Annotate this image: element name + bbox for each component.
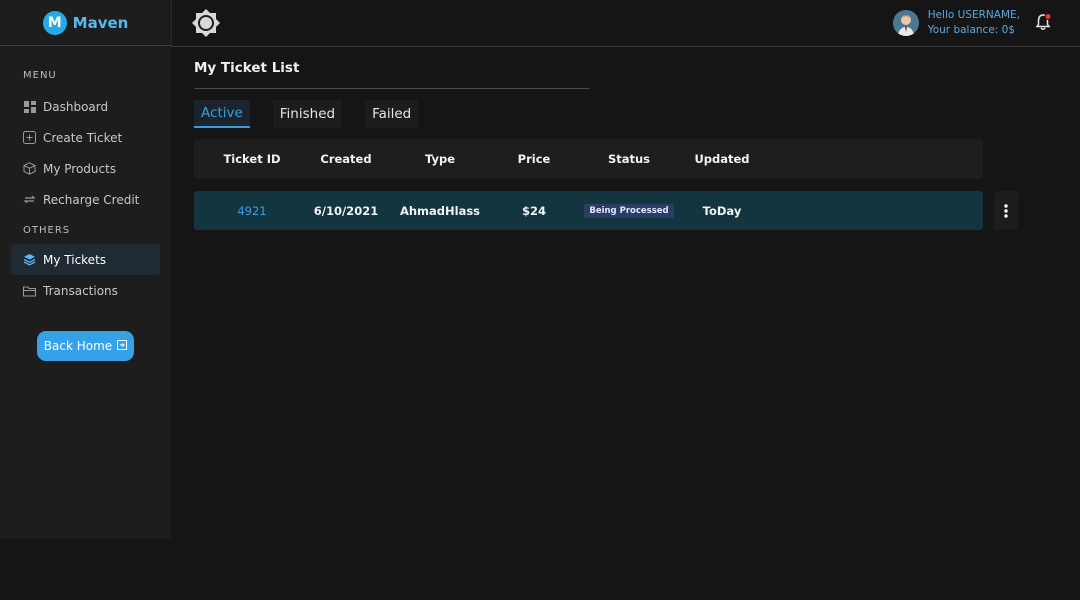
user-block[interactable]: Hello USERNAME, Your balance: 0$: [892, 8, 1020, 38]
cell-status: Being Processed: [584, 191, 674, 230]
sidebar-item-dashboard[interactable]: Dashboard: [0, 91, 171, 122]
back-home-button[interactable]: Back Home: [37, 331, 134, 361]
table-header: Ticket ID Created Type Price Status Upda…: [194, 139, 983, 179]
others-section-label: OTHERS: [23, 225, 71, 236]
sidebar-item-transactions[interactable]: Transactions: [0, 275, 171, 306]
repeat-icon: [23, 193, 36, 206]
sidebar-item-label: Transactions: [43, 283, 118, 298]
notification-bell-icon[interactable]: [1034, 13, 1052, 31]
cell-price: $24: [521, 203, 546, 218]
dashboard-icon: [23, 100, 36, 113]
tab-finished[interactable]: Finished: [272, 100, 343, 128]
cell-updated: ToDay: [702, 203, 742, 218]
brand[interactable]: M Maven: [0, 0, 171, 46]
theme-toggle-sun-icon[interactable]: [191, 8, 221, 38]
column-header-updated[interactable]: Updated: [682, 139, 762, 179]
cell-type: AhmadHlass: [399, 203, 481, 218]
column-header-price[interactable]: Price: [494, 139, 574, 179]
column-header-created[interactable]: Created: [306, 139, 386, 179]
greeting-text: Hello USERNAME,: [927, 9, 1020, 21]
sidebar-item-label: Create Ticket: [43, 130, 123, 145]
sidebar-item-label: My Products: [43, 161, 117, 176]
box-icon: [23, 162, 36, 175]
app-root: M Maven MENU Dashboard Create Ticket My …: [0, 0, 1080, 600]
cell-ticket-id: 4921: [212, 191, 292, 230]
top-bar: Hello USERNAME, Your balance: 0$: [171, 0, 1080, 47]
exit-icon: [117, 339, 128, 353]
back-home-label: Back Home: [43, 339, 113, 353]
status-badge: Being Processed: [584, 203, 674, 218]
sidebar-item-label: Dashboard: [43, 99, 109, 114]
brand-name: Maven: [72, 13, 129, 32]
sidebar-item-label: My Tickets: [43, 252, 107, 267]
page-title: My Ticket List: [194, 60, 300, 76]
sidebar-item-recharge-credit[interactable]: Recharge Credit: [0, 184, 171, 215]
column-header-status[interactable]: Status: [584, 139, 674, 179]
ticket-tabs: Active Finished Failed: [194, 100, 419, 128]
menu-section-label: MENU: [23, 70, 57, 81]
table-row[interactable]: 4921 6/10/2021 AhmadHlass $24 Being Proc…: [194, 191, 983, 230]
balance-text: Your balance: 0$: [927, 24, 1016, 36]
sidebar: M Maven MENU Dashboard Create Ticket My …: [0, 0, 171, 539]
brand-logo-icon: M: [42, 10, 67, 35]
column-header-type[interactable]: Type: [400, 139, 480, 179]
tab-failed[interactable]: Failed: [365, 100, 419, 128]
avatar[interactable]: [892, 10, 919, 36]
sidebar-item-create-ticket[interactable]: Create Ticket: [0, 122, 171, 153]
cell-created: 6/10/2021: [313, 203, 379, 218]
plus-square-icon: [23, 131, 36, 144]
folder-icon: [23, 284, 36, 297]
sidebar-item-my-tickets[interactable]: My Tickets: [11, 244, 160, 275]
layers-icon: [23, 253, 36, 266]
tab-active[interactable]: Active: [194, 100, 250, 128]
ticket-id-link[interactable]: 4921: [237, 204, 266, 218]
column-header-ticket-id[interactable]: Ticket ID: [212, 139, 292, 179]
title-divider: [194, 88, 589, 89]
sidebar-item-my-products[interactable]: My Products: [0, 153, 171, 184]
row-actions-more-vertical-icon[interactable]: [994, 191, 1018, 230]
sidebar-item-label: Recharge Credit: [43, 192, 140, 207]
